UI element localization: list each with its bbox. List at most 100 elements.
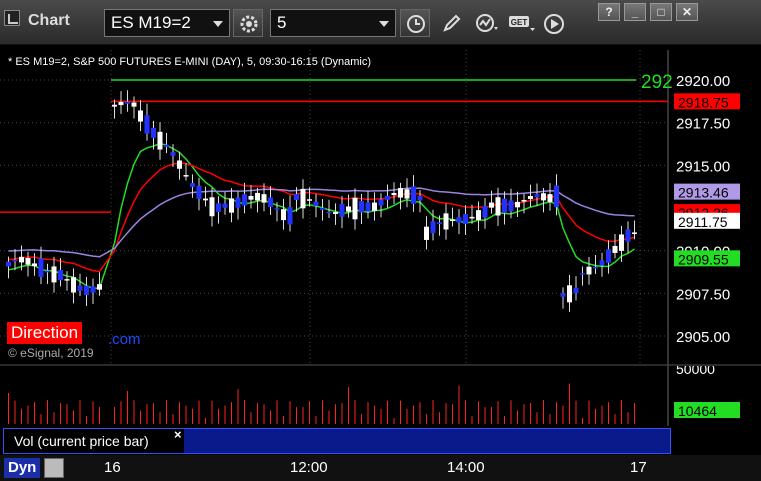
candle-body xyxy=(619,234,624,251)
candle-body xyxy=(515,201,520,208)
candle-body xyxy=(372,202,377,211)
settings-button[interactable] xyxy=(233,9,263,37)
dynamic-button[interactable]: Dyn xyxy=(4,458,41,478)
study-label: Vol (current price bar) xyxy=(14,433,149,449)
price-label: 2907.50 xyxy=(676,286,730,303)
candle-body xyxy=(476,210,481,221)
candle-body xyxy=(196,185,202,200)
close-button[interactable]: ✕ xyxy=(676,3,698,21)
vol-label-max: 50000 xyxy=(676,366,715,377)
time-button[interactable] xyxy=(400,9,430,37)
candle-body xyxy=(606,249,611,263)
gear-icon xyxy=(240,15,258,33)
candle-body xyxy=(398,188,403,198)
get-button[interactable]: GET xyxy=(503,9,535,37)
candle-body xyxy=(352,197,358,220)
candle-body xyxy=(209,197,215,217)
candle-body xyxy=(333,212,338,214)
clock-icon xyxy=(407,15,425,33)
candle-body xyxy=(294,194,299,200)
candle-body xyxy=(229,198,234,213)
font-color-icon[interactable] xyxy=(44,458,64,478)
chevron-down-icon[interactable] xyxy=(213,21,223,27)
candle-body xyxy=(64,279,70,281)
candle-body xyxy=(580,273,585,275)
candle-body xyxy=(547,194,553,202)
pencil-icon xyxy=(443,14,461,32)
title-bar: Chart ES M19=2 5 GET ? _ □ ✕ xyxy=(0,0,761,45)
candle-body xyxy=(554,185,559,208)
candle-body xyxy=(313,201,319,206)
chevron-down-icon[interactable] xyxy=(379,21,389,27)
candle-body xyxy=(58,270,63,281)
candle-body xyxy=(411,186,416,204)
price-label: 2905.00 xyxy=(676,329,730,346)
x-label-16: 16 xyxy=(104,459,121,476)
candle-body xyxy=(593,266,598,269)
candle-body xyxy=(307,199,312,201)
candle-body xyxy=(287,207,293,225)
candle-body xyxy=(469,216,475,219)
candle-body xyxy=(560,293,566,297)
candle-body xyxy=(625,229,631,242)
candle-body xyxy=(112,104,117,107)
candle-body xyxy=(45,270,50,273)
candle-body xyxy=(534,194,540,198)
candle-body xyxy=(339,204,345,217)
chart-header: * ES M19=2, S&P 500 FUTURES E-MINI (DAY)… xyxy=(8,56,372,68)
candle-body xyxy=(508,200,514,212)
candle-body xyxy=(131,102,137,107)
candle-body xyxy=(77,285,83,291)
candle-body xyxy=(482,206,488,218)
candle-body xyxy=(118,102,124,106)
help-button[interactable]: ? xyxy=(598,3,620,21)
candle-body xyxy=(359,201,364,213)
play-icon xyxy=(544,14,564,34)
direction-watermark: Direction xyxy=(7,322,83,344)
candle-body xyxy=(157,131,163,150)
candle-body xyxy=(430,221,436,234)
study-button[interactable] xyxy=(470,9,500,37)
price-label: 2920.00 xyxy=(676,73,730,90)
window-title: Chart xyxy=(28,12,70,29)
vol-tag: 10464 xyxy=(678,403,717,419)
candle-body xyxy=(326,211,332,214)
play-button[interactable] xyxy=(538,9,568,37)
candle-body xyxy=(177,160,182,169)
candle-body xyxy=(378,199,384,206)
candle-body xyxy=(632,232,637,234)
time-axis[interactable]: Dyn 16 12:00 14:00 17 xyxy=(0,455,761,481)
price-label: 2915.00 xyxy=(676,158,730,175)
symbol-combo[interactable]: ES M19=2 xyxy=(104,9,230,37)
x-label-1400: 14:00 xyxy=(447,459,485,476)
candle-body xyxy=(144,115,150,134)
candle-body xyxy=(71,277,76,293)
get-icon: GET xyxy=(509,16,535,31)
price-chart[interactable]: 2920.002917.502915.002910.002907.502905.… xyxy=(0,50,761,366)
candle-body xyxy=(19,256,24,263)
price-tag: 2909.55 xyxy=(678,251,729,267)
candle-body xyxy=(346,206,351,212)
maximize-button[interactable]: □ xyxy=(650,3,672,21)
candle-body xyxy=(203,198,208,201)
volume-chart[interactable]: 50000 10464 xyxy=(0,366,761,426)
study-close-button[interactable]: × xyxy=(174,427,182,442)
minimize-button[interactable]: _ xyxy=(624,3,646,21)
interval-combo[interactable]: 5 xyxy=(270,9,396,37)
study-bar[interactable]: Vol (current price bar) × xyxy=(3,427,671,454)
x-label-1200: 12:00 xyxy=(290,459,328,476)
candle-body xyxy=(541,193,546,201)
candle-body xyxy=(222,203,228,208)
candle-body xyxy=(38,258,44,278)
candle-body xyxy=(450,219,455,222)
candle-body xyxy=(190,183,195,187)
candle-body xyxy=(521,200,527,202)
candle-body xyxy=(385,195,390,200)
candle-body xyxy=(300,188,306,209)
chart-window-icon[interactable] xyxy=(4,10,20,26)
draw-button[interactable] xyxy=(437,9,467,37)
candle-body xyxy=(32,263,37,267)
candle-body xyxy=(612,245,618,253)
candle-body xyxy=(138,110,143,122)
candle-body xyxy=(573,287,579,294)
